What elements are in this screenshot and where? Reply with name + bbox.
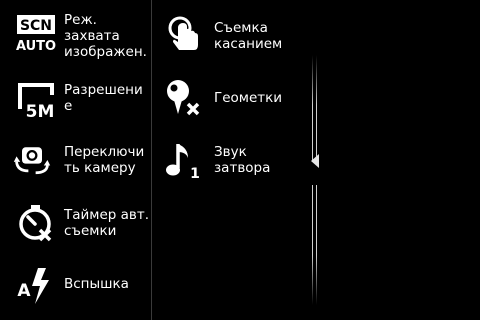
grip-line — [316, 55, 317, 305]
menu-item-label: Реж. захвата изображен. — [64, 12, 147, 60]
menu-item-label: Звук затвора — [214, 144, 271, 176]
menu-item-touch-capture[interactable]: Съемка касанием — [152, 0, 305, 70]
geotag-off-icon — [167, 80, 200, 116]
menu-item-label: Разрешени е — [64, 82, 143, 114]
menu-item-switch-camera[interactable]: Переключи ть камеру — [0, 128, 150, 192]
menu-item-label: Таймер авт. съемки — [64, 207, 150, 239]
menu-item-capture-mode[interactable]: SCN AUTO Реж. захвата изображен. — [0, 0, 150, 64]
flash-auto-icon-text: A — [17, 281, 31, 301]
auto-icon-text: AUTO — [16, 39, 56, 54]
menu-item-flash[interactable]: A Вспышка — [0, 256, 150, 320]
menu-item-shutter-sound[interactable]: 1 Звук затвора — [152, 130, 305, 194]
menu-item-label: Вспышка — [64, 276, 129, 292]
touch-capture-icon — [168, 16, 198, 50]
grip-line — [312, 55, 313, 305]
resolution-icon: 5M — [18, 83, 55, 121]
menu-item-label: Переключи ть камеру — [64, 144, 145, 176]
scene-icon-text: SCN — [20, 18, 52, 34]
flash-auto-icon: A — [17, 268, 49, 304]
menu-item-geotag[interactable]: Геометки — [152, 70, 305, 130]
collapse-arrow-icon[interactable] — [311, 154, 319, 168]
shutter-sound-icon: 1 — [166, 144, 200, 180]
menu-item-self-timer[interactable]: Таймер авт. съемки — [0, 192, 150, 256]
menu-item-label: Съемка касанием — [214, 20, 283, 52]
panel-drag-handle[interactable] — [312, 55, 322, 305]
menu-item-label: Геометки — [214, 90, 283, 106]
settings-menu-panel: SCN AUTO Реж. захвата изображен. 5M Разр… — [0, 0, 305, 320]
camera-settings-screen: SCN AUTO Реж. захвата изображен. 5M Разр… — [0, 0, 480, 320]
scene-auto-icon: SCN AUTO — [16, 15, 56, 54]
menu-item-resolution[interactable]: 5M Разрешени е — [0, 64, 150, 128]
shutter-sound-icon-text: 1 — [190, 166, 200, 180]
resolution-icon-text: 5M — [26, 102, 55, 121]
self-timer-off-icon — [19, 205, 52, 242]
switch-camera-icon — [13, 147, 51, 175]
